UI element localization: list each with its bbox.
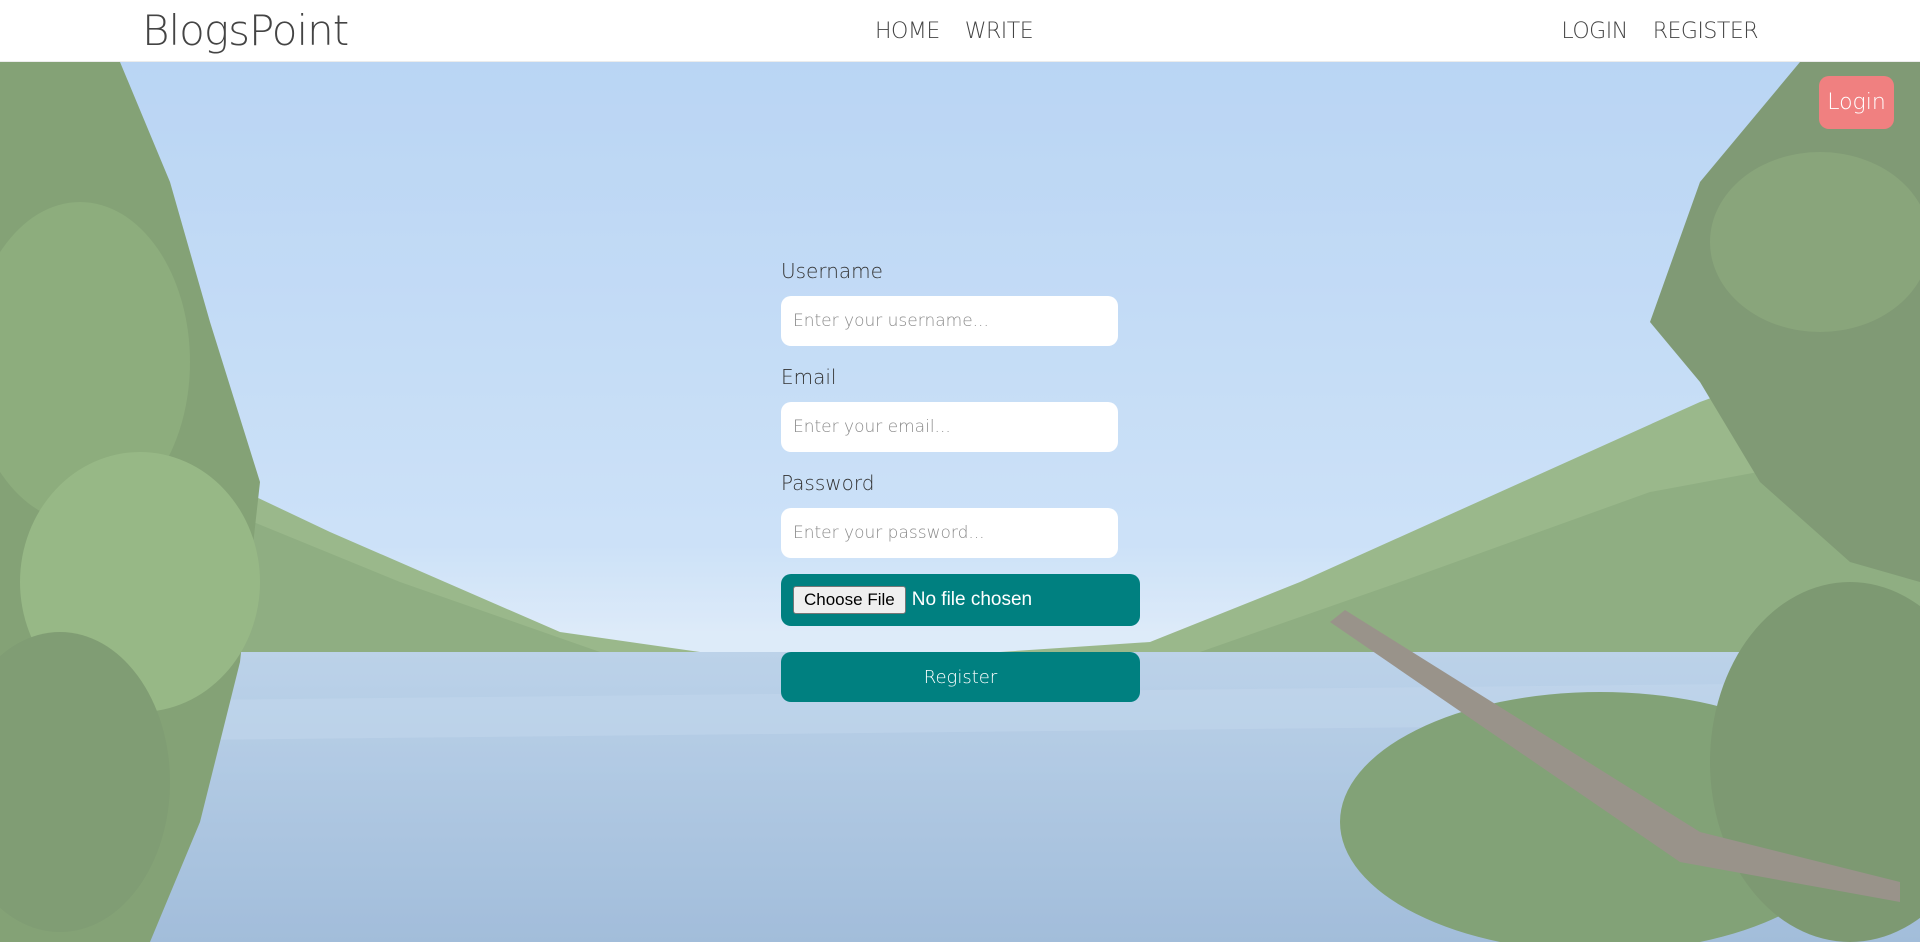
auth-nav: LOGIN REGISTER <box>1561 19 1758 44</box>
file-status-text: No file chosen <box>911 589 1033 610</box>
username-input[interactable] <box>781 296 1118 346</box>
nav-write-link[interactable]: WRITE <box>965 19 1034 44</box>
password-input[interactable] <box>781 508 1118 558</box>
top-navbar: BlogsPoint HOME WRITE LOGIN REGISTER <box>0 0 1920 62</box>
username-label: Username <box>781 259 883 283</box>
floating-login-button[interactable]: Login <box>1819 76 1894 129</box>
email-label: Email <box>781 365 837 389</box>
nav-login-link[interactable]: LOGIN <box>1561 19 1628 44</box>
choose-file-button[interactable]: Choose File <box>793 586 906 614</box>
register-form: Username Email Password Choose File No f… <box>781 256 1141 702</box>
nav-home-link[interactable]: HOME <box>875 19 940 44</box>
register-button[interactable]: Register <box>781 652 1140 702</box>
profile-picture-upload: Choose File No file chosen <box>781 574 1140 626</box>
brand-logo[interactable]: BlogsPoint <box>142 6 349 55</box>
nav-register-link[interactable]: REGISTER <box>1653 19 1759 44</box>
main-nav: HOME WRITE <box>875 19 1034 44</box>
email-input[interactable] <box>781 402 1118 452</box>
password-label: Password <box>781 471 875 495</box>
